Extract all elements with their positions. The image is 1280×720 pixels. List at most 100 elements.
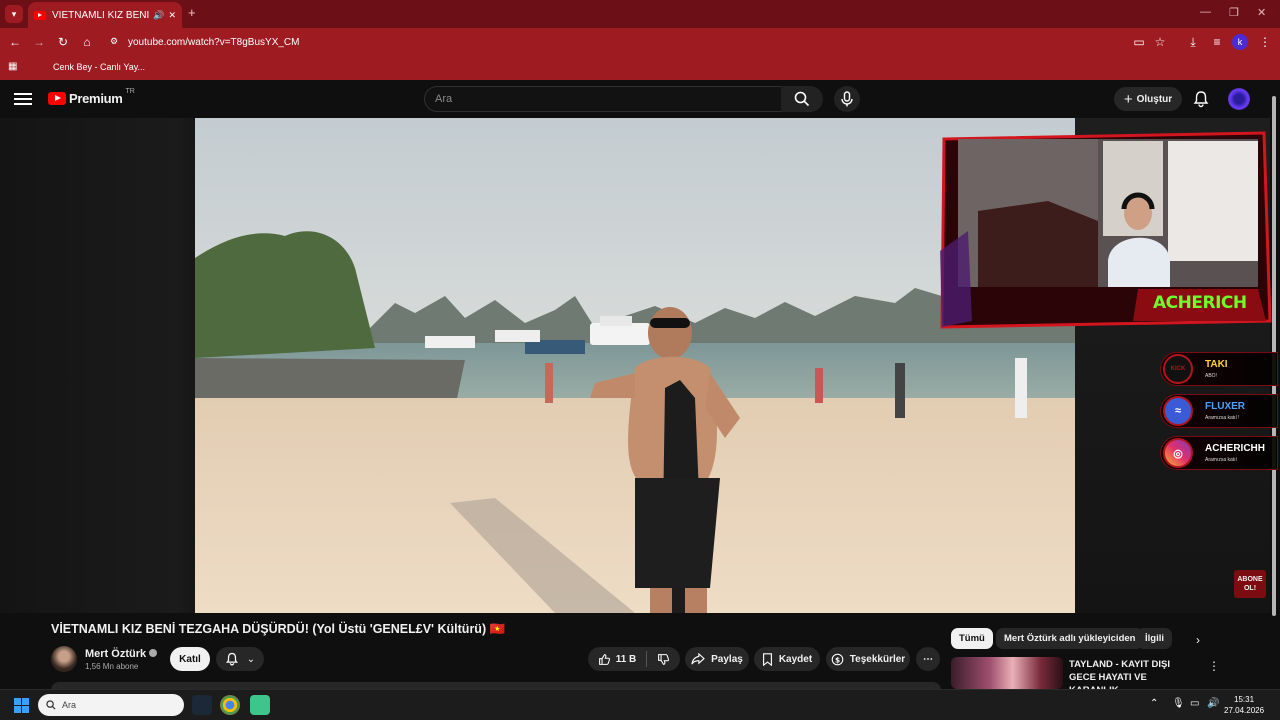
verified-check-icon — [149, 649, 158, 657]
channel-name-text: Mert Öztürk — [85, 648, 147, 660]
create-label: Oluştur — [1136, 93, 1173, 105]
cast-icon[interactable]: ▭ — [1130, 33, 1148, 51]
search-icon — [794, 91, 810, 107]
chips-next-chevron-icon[interactable]: › — [1196, 633, 1200, 647]
social-sub: ABO! — [1205, 373, 1217, 379]
notifications-bell-icon[interactable] — [1192, 90, 1210, 108]
thanks-label: Teşekkürler — [849, 653, 906, 665]
windows-start-icon[interactable] — [14, 698, 29, 713]
youtube-premium-logo[interactable]: Premium TR — [48, 88, 135, 106]
share-label: Paylaş — [711, 653, 743, 665]
video-title: VİETNAMLI KIZ BENİ TEZGAHA DÜŞÜRDÜ! (Yol… — [51, 622, 506, 636]
channel-avatar[interactable] — [51, 646, 77, 672]
new-tab-button[interactable]: + — [188, 5, 196, 20]
url-text: youtube.com/watch?v=T8gBusYX_CM — [128, 36, 300, 48]
recommended-more-icon[interactable]: ⋮ — [1208, 659, 1220, 673]
like-dislike-group: 11 B — [588, 647, 680, 671]
social-sub: Aramızsa katıl — [1205, 457, 1237, 463]
account-avatar[interactable] — [1228, 88, 1250, 110]
fluxer-icon: ≈ — [1163, 396, 1193, 426]
profile-avatar[interactable]: k — [1232, 34, 1248, 50]
chevron-down-icon: ⌄ — [246, 653, 256, 665]
browser-tab-bar: ▾ VİETNAMLI KIZ BENİ TEZGA 🔊 ✕ + — ❐ ✕ — [0, 0, 1280, 28]
youtube-play-logo-icon — [48, 92, 66, 105]
site-info-icon[interactable]: ⚙ — [110, 36, 118, 47]
download-icon[interactable]: ⤓ — [1184, 33, 1202, 51]
search-button[interactable] — [781, 86, 823, 112]
browser-tab-active[interactable]: VİETNAMLI KIZ BENİ TEZGA 🔊 ✕ — [28, 2, 182, 28]
social-name: TAKI — [1205, 359, 1228, 370]
like-button[interactable]: 11 B — [598, 653, 637, 666]
reload-icon[interactable]: ↻ — [54, 33, 72, 51]
save-label: Kaydet — [778, 653, 813, 665]
share-button[interactable]: Paylaş — [685, 647, 749, 671]
logo-region: TR — [125, 88, 135, 95]
taskbar-search-placeholder: Ara — [62, 700, 77, 710]
browser-toolbar: ← → ↻ ⌂ ⚙ youtube.com/watch?v=T8gBusYX_C… — [0, 28, 1280, 56]
voice-search-button[interactable] — [834, 86, 860, 112]
streamer-webcam-overlay: ACHERICH — [938, 131, 1272, 331]
bookmark-item[interactable]: Cenk Bey - Canlı Yay... — [53, 62, 145, 72]
microphone-tray-icon[interactable]: 🎙 — [1172, 698, 1185, 709]
youtube-favicon-icon — [34, 10, 46, 20]
bookmark-star-icon[interactable]: ☆ — [1151, 33, 1169, 51]
subscription-bell-button[interactable]: ⌄ — [216, 647, 264, 671]
social-item-fluxer: ≈ FLUXER Aramızsa katıl ! — [1160, 394, 1278, 428]
super-thanks-icon: $ — [831, 653, 844, 665]
back-icon[interactable]: ← — [6, 33, 24, 51]
hamburger-menu-icon[interactable] — [14, 90, 32, 108]
social-item-instagram: ◎ ACHERICHH Aramızsa katıl — [1160, 436, 1278, 470]
instagram-icon: ◎ — [1163, 438, 1193, 468]
taskbar-clock[interactable]: 15:31 27.04.2026 — [1224, 694, 1264, 716]
channel-name[interactable]: Mert Öztürk — [85, 648, 158, 660]
subscribe-overlay-badge: ABONE OL! — [1234, 570, 1266, 598]
bell-icon — [225, 652, 238, 666]
dislike-button[interactable] — [657, 653, 670, 666]
tab-close-icon[interactable]: ✕ — [168, 10, 176, 21]
taskbar-search-input[interactable]: Ara — [38, 694, 184, 716]
minimize-icon[interactable]: — — [1200, 6, 1211, 18]
social-name: FLUXER — [1205, 401, 1245, 412]
volume-icon[interactable]: 🔊 — [1207, 698, 1219, 709]
join-button[interactable]: Katıl — [170, 647, 210, 671]
logo-text: Premium — [69, 91, 123, 106]
restore-icon[interactable]: ❐ — [1229, 6, 1239, 19]
like-count: 11 B — [615, 653, 637, 665]
home-icon[interactable]: ⌂ — [78, 33, 96, 51]
clock-time: 15:31 — [1234, 695, 1255, 704]
tab-search-button[interactable]: ▾ — [5, 5, 23, 23]
youtube-header: Premium TR Ara + Oluştur — [0, 80, 1280, 118]
steam-app-icon[interactable] — [192, 695, 212, 715]
browser-menu-icon[interactable]: ⋮ — [1256, 33, 1274, 51]
address-bar[interactable]: ⚙ youtube.com/watch?v=T8gBusYX_CM — [104, 31, 1176, 53]
thumbs-down-icon — [658, 653, 670, 665]
social-sub: Aramızsa katıl ! — [1205, 415, 1240, 421]
forward-icon[interactable]: → — [30, 33, 48, 51]
recommended-video-thumbnail[interactable] — [951, 657, 1063, 689]
chip-all[interactable]: Tümü — [951, 628, 993, 649]
audio-playing-icon[interactable]: 🔊 — [153, 10, 164, 21]
social-name: ACHERICHH — [1205, 443, 1265, 454]
chrome-app-icon[interactable] — [220, 695, 240, 715]
share-icon — [691, 653, 705, 665]
messaging-app-icon[interactable] — [250, 695, 270, 715]
tray-overflow-icon[interactable]: ⌃ — [1150, 698, 1158, 709]
close-window-icon[interactable]: ✕ — [1257, 6, 1266, 19]
search-icon — [46, 700, 56, 710]
plus-icon: + — [1123, 90, 1133, 108]
windows-taskbar: Ara ⌃ 🎙 ▭ 🔊 15:31 27.04.2026 — [0, 689, 1280, 720]
more-actions-icon[interactable]: ⋯ — [916, 647, 940, 671]
media-queue-icon[interactable]: ≡ — [1208, 33, 1226, 51]
kick-icon: KICK — [1163, 354, 1193, 384]
thanks-button[interactable]: $ Teşekkürler — [826, 647, 910, 671]
chip-from-uploader[interactable]: Mert Öztürk adlı yükleyiciden — [996, 628, 1144, 649]
clock-date: 27.04.2026 — [1224, 706, 1265, 715]
apps-grid-icon[interactable]: ▦ — [8, 61, 17, 72]
bookmarks-bar: ▦ Cenk Bey - Canlı Yay... — [0, 56, 1280, 80]
save-button[interactable]: Kaydet — [754, 647, 820, 671]
chip-related[interactable]: İlgili — [1137, 628, 1172, 649]
thumbs-up-icon — [598, 653, 610, 665]
search-input[interactable]: Ara — [424, 86, 782, 112]
network-icon[interactable]: ▭ — [1190, 698, 1199, 709]
create-button[interactable]: + Oluştur — [1114, 87, 1182, 111]
